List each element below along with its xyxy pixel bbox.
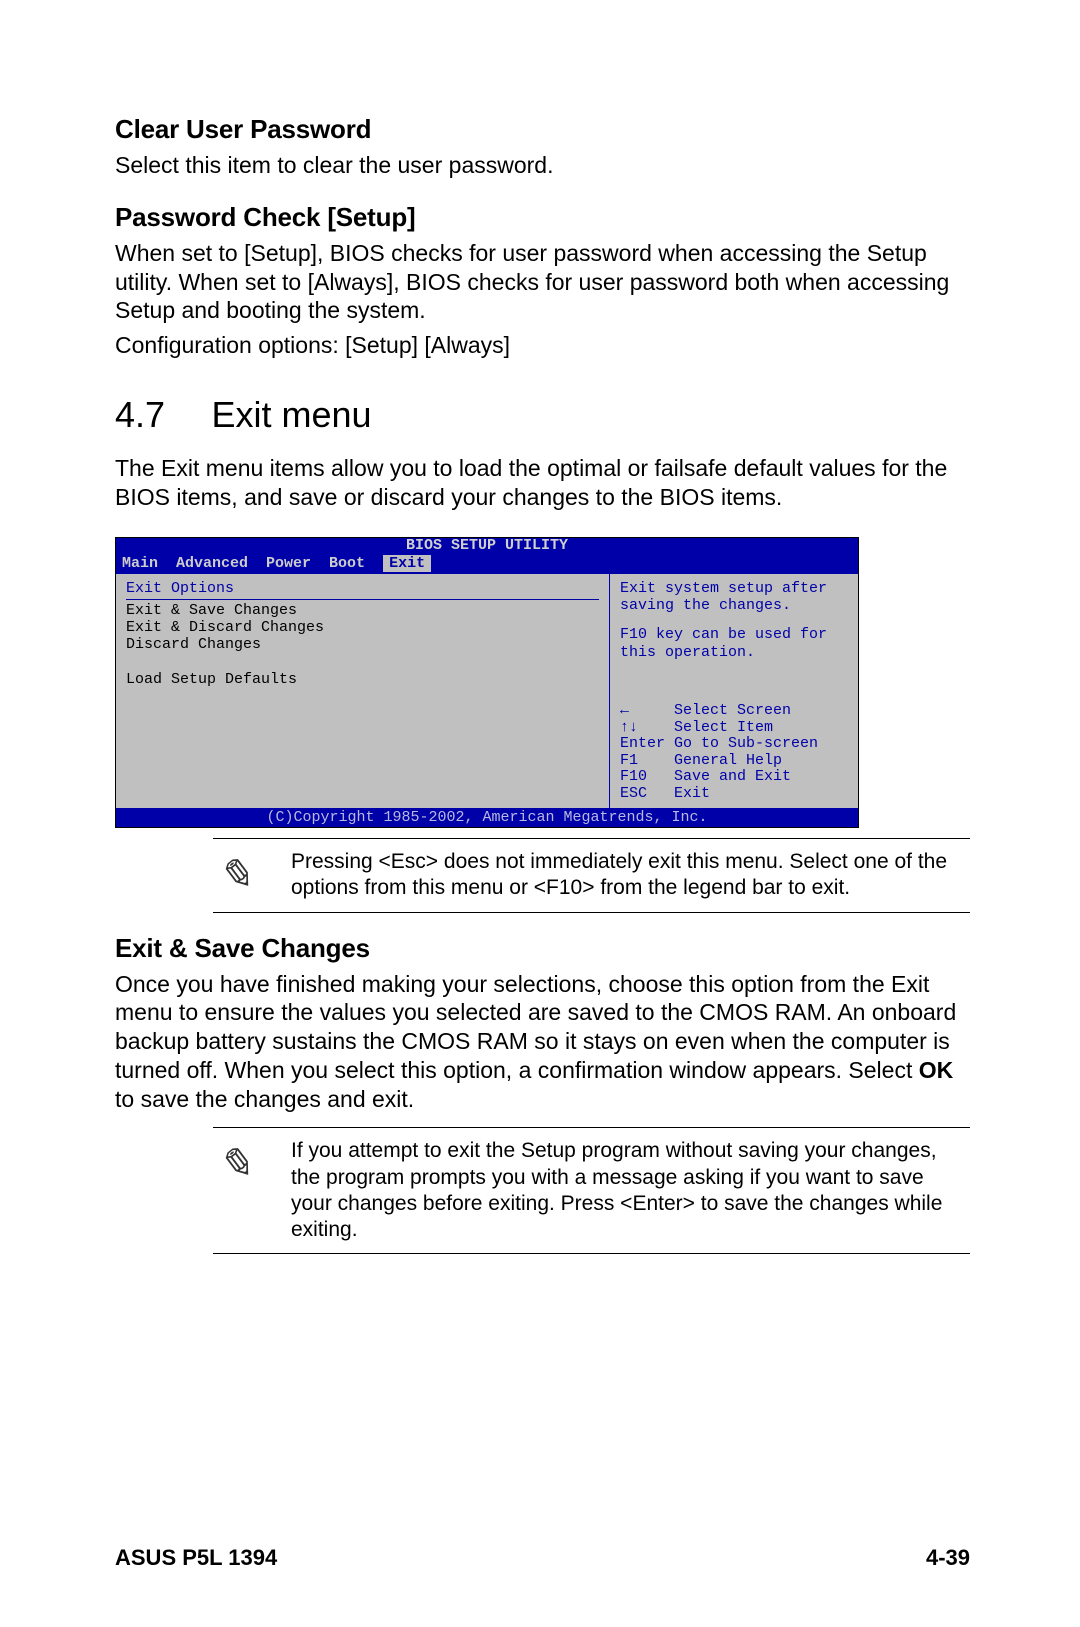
heading-exit-menu: 4.7 Exit menu [115, 394, 970, 436]
heading-exit-save: Exit & Save Changes [115, 933, 970, 964]
bios-item [126, 654, 599, 671]
legend-label: Select Screen [674, 703, 791, 720]
para-password-check-1: When set to [Setup], BIOS checks for use… [115, 239, 970, 325]
bios-right-panel: Exit system setup after saving the chang… [610, 574, 858, 808]
note-text-2: If you attempt to exit the Setup program… [291, 1138, 970, 1243]
section-title: Exit menu [211, 394, 371, 435]
bios-item: Exit & Discard Changes [126, 619, 599, 636]
section-number: 4.7 [115, 394, 207, 436]
para-span: Once you have finished making your selec… [115, 971, 956, 1083]
legend-key: ESC [620, 786, 674, 803]
bios-tab-main: Main [122, 555, 176, 572]
legend-key: ↑↓ [620, 720, 674, 737]
bios-left-header: Exit Options [126, 580, 599, 597]
heading-clear-user-password: Clear User Password [115, 114, 970, 145]
bios-screenshot: BIOS SETUP UTILITY Main Advanced Power B… [115, 537, 859, 828]
ok-label: OK [919, 1057, 954, 1083]
bios-item: Exit & Save Changes [126, 602, 599, 619]
bios-item: Load Setup Defaults [126, 671, 599, 688]
bios-copyright: (C)Copyright 1985-2002, American Megatre… [116, 808, 858, 827]
legend-label: Exit [674, 786, 710, 803]
heading-password-check: Password Check [Setup] [115, 202, 970, 233]
note-icon: ✎ [213, 849, 269, 897]
bios-tab-power: Power [266, 555, 329, 572]
bios-tab-advanced: Advanced [176, 555, 266, 572]
bios-tab-exit: Exit [383, 555, 431, 572]
legend-key: ← [620, 703, 674, 720]
bios-help-text-1: Exit system setup after saving the chang… [620, 580, 852, 615]
legend-key: F1 [620, 753, 674, 770]
legend-label: General Help [674, 753, 782, 770]
divider [213, 1253, 970, 1254]
legend-key: Enter [620, 736, 674, 753]
legend-label: Select Item [674, 720, 773, 737]
para-exit-intro: The Exit menu items allow you to load th… [115, 454, 970, 512]
para-password-check-2: Configuration options: [Setup] [Always] [115, 331, 970, 360]
page-footer: ASUS P5L 1394 4-39 [115, 1545, 970, 1571]
bios-item: Discard Changes [126, 636, 599, 653]
note-row: ✎ Pressing <Esc> does not immediately ex… [213, 839, 970, 912]
para-span: to save the changes and exit. [115, 1086, 414, 1112]
note-text-1: Pressing <Esc> does not immediately exit… [291, 849, 970, 902]
bios-menu-bar: Main Advanced Power Boot Exit [116, 555, 858, 574]
legend-label: Go to Sub-screen [674, 736, 818, 753]
footer-left: ASUS P5L 1394 [115, 1545, 277, 1571]
note-icon: ✎ [213, 1138, 269, 1186]
bios-legend: ←Select Screen ↑↓Select Item EnterGo to … [620, 703, 852, 802]
note-row: ✎ If you attempt to exit the Setup progr… [213, 1128, 970, 1253]
footer-right: 4-39 [926, 1545, 970, 1571]
bios-help-text-2: F10 key can be used for this operation. [620, 626, 852, 661]
para-exit-save: Once you have finished making your selec… [115, 970, 970, 1114]
para-clear-user-password: Select this item to clear the user passw… [115, 151, 970, 180]
divider [213, 912, 970, 913]
bios-title: BIOS SETUP UTILITY [116, 538, 858, 555]
bios-tab-boot: Boot [329, 555, 383, 572]
legend-key: F10 [620, 769, 674, 786]
legend-label: Save and Exit [674, 769, 791, 786]
bios-left-panel: Exit Options Exit & Save Changes Exit & … [116, 574, 610, 808]
